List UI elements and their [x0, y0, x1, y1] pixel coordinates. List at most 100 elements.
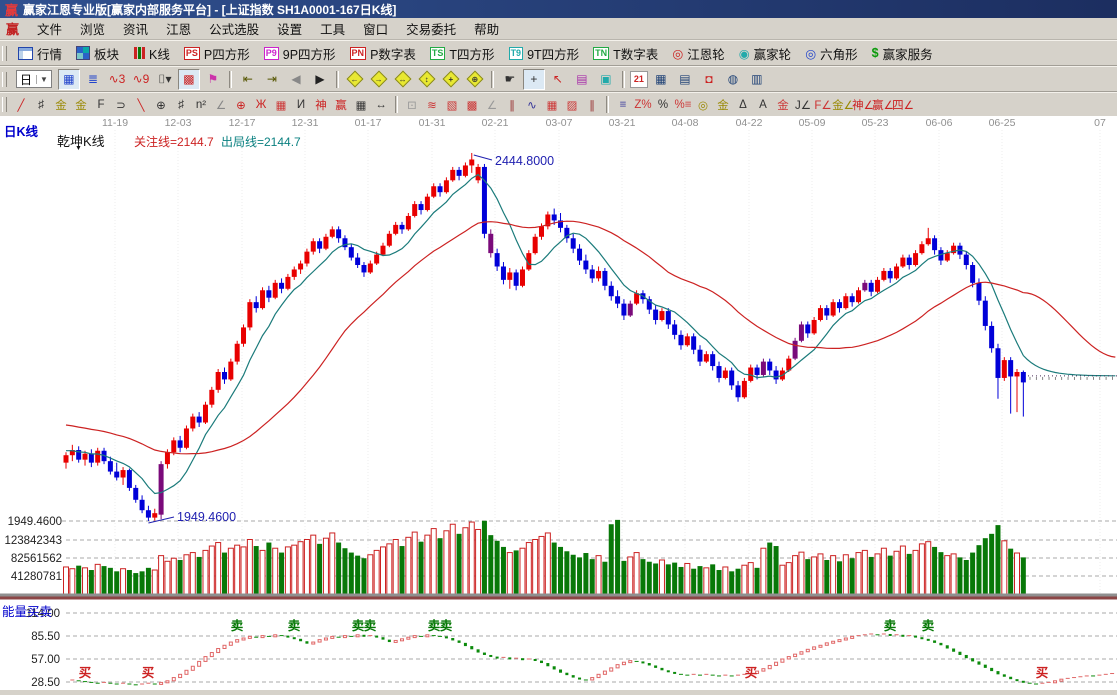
toolbar-grip[interactable]: [2, 71, 7, 87]
hexagon-button[interactable]: ◎ 六角形: [798, 43, 864, 64]
zoom-diamond-0-button[interactable]: ←: [344, 69, 366, 90]
p-number-button[interactable]: PN P数字表: [343, 43, 423, 64]
menu-item-帮助[interactable]: 帮助: [465, 17, 508, 40]
letter-a-tool[interactable]: A: [753, 96, 773, 114]
target-circle-tool[interactable]: ⊕: [231, 96, 251, 114]
wave-marks-tool[interactable]: И: [291, 96, 311, 114]
menu-item-设置[interactable]: 设置: [268, 17, 311, 40]
gold-bands-tool[interactable]: 金: [713, 96, 733, 114]
zoom-diamond-4-button[interactable]: +: [440, 69, 462, 90]
fan-lines-tool[interactable]: ≋: [422, 96, 442, 114]
chart-mode-button[interactable]: ▦: [57, 68, 80, 90]
gold-square-tool[interactable]: 金: [51, 96, 71, 114]
ladder-scale-tool[interactable]: ≡: [613, 96, 633, 114]
gann-grid-tool[interactable]: ♯: [31, 96, 51, 114]
delta-tool[interactable]: Δ: [733, 96, 753, 114]
time-circle-tool[interactable]: ⊕: [151, 96, 171, 114]
spiral-tool[interactable]: ⊃: [111, 96, 131, 114]
calc-ruler-tool[interactable]: ▦: [351, 96, 371, 114]
menu-item-工具[interactable]: 工具: [311, 17, 354, 40]
menu-item-江恩[interactable]: 江恩: [157, 17, 200, 40]
frame-box-tool[interactable]: ⊡: [402, 96, 422, 114]
four-angle-tool[interactable]: 四∠: [892, 96, 914, 114]
t-number-button[interactable]: TN T数字表: [586, 43, 665, 64]
shen-grid-tool[interactable]: 神: [311, 96, 331, 114]
chart-canvas[interactable]: 11-19 12-03 12-17 12-31 01-17 01-31 02-21 03-07…: [0, 116, 1117, 690]
channel-tool[interactable]: ∥: [582, 96, 602, 114]
j-angle-tool[interactable]: J∠: [793, 96, 813, 114]
trend-angle-tool[interactable]: ∠: [482, 96, 502, 114]
red-mesh-tool[interactable]: ▨: [562, 96, 582, 114]
toolbar-grip[interactable]: [2, 97, 7, 112]
info-list-button[interactable]: ≣: [82, 69, 104, 90]
print-button[interactable]: ▥: [746, 69, 768, 90]
red-grid-tool[interactable]: ▦: [542, 96, 562, 114]
square-web-tool[interactable]: ▦: [271, 96, 291, 114]
menu-item-窗口[interactable]: 窗口: [354, 17, 397, 40]
last-page-button[interactable]: ⇥: [261, 69, 283, 90]
sectors-button[interactable]: 板块: [69, 43, 126, 64]
candle-style-button[interactable]: ⌷▾: [154, 69, 176, 90]
gold-circle-tool[interactable]: ◎: [693, 96, 713, 114]
flag-button[interactable]: ⚑: [202, 69, 224, 90]
quotes-button[interactable]: 行情: [11, 43, 69, 64]
percent-tool[interactable]: %: [653, 96, 673, 114]
next-button[interactable]: ▶: [309, 69, 331, 90]
new-window-button[interactable]: ▣: [595, 69, 617, 90]
zigzag-tool[interactable]: ∿: [522, 96, 542, 114]
model-dropdown-icon[interactable]: ▼: [75, 145, 82, 152]
zoom-diamond-3-button[interactable]: ↕: [416, 69, 438, 90]
parallel-tool[interactable]: ∥: [502, 96, 522, 114]
menu-item-公式选股[interactable]: 公式选股: [200, 17, 268, 40]
zoom-diamond-2-button[interactable]: ↔: [392, 69, 414, 90]
price-grid-tool[interactable]: ♯: [171, 96, 191, 114]
p-square-button[interactable]: PS P四方形: [177, 43, 257, 64]
win-grid-tool[interactable]: 赢: [331, 96, 351, 114]
period-select[interactable]: 日 ▼: [16, 70, 52, 88]
web-sync-button[interactable]: ◍: [722, 69, 744, 90]
menu-item-浏览[interactable]: 浏览: [71, 17, 114, 40]
menu-item-文件[interactable]: 文件: [28, 17, 71, 40]
draw-board-button[interactable]: ▤: [571, 69, 593, 90]
fan-box-tool[interactable]: ▧: [442, 96, 462, 114]
brush-tool[interactable]: ╱: [11, 96, 31, 114]
t-square-button[interactable]: TS T四方形: [423, 43, 502, 64]
star-rays-tool[interactable]: Ж: [251, 96, 271, 114]
t9-square-button[interactable]: T9 9T四方形: [502, 43, 587, 64]
prev-button[interactable]: ◀: [285, 69, 307, 90]
panel-splitter[interactable]: [0, 593, 1117, 597]
calendar-button[interactable]: 21: [629, 70, 648, 88]
percent-z-tool[interactable]: Z%: [633, 96, 653, 114]
menu-item-交易委托[interactable]: 交易委托: [397, 17, 465, 40]
f-angle-tool[interactable]: F∠: [813, 96, 833, 114]
toolbar-grip[interactable]: [2, 45, 7, 61]
gold-square9-tool[interactable]: 金: [71, 96, 91, 114]
first-page-button[interactable]: ⇤: [237, 69, 259, 90]
save-button[interactable]: ◘: [698, 69, 720, 90]
pointer-tool-button[interactable]: ↖: [547, 69, 569, 90]
fib-grid-tool[interactable]: F: [91, 96, 111, 114]
shen-angle-tool[interactable]: 神∠: [852, 96, 874, 114]
zoom-diamond-5-button[interactable]: ⊕: [464, 69, 486, 90]
ma9-button[interactable]: ∿9: [130, 69, 152, 90]
crosshair-button[interactable]: +: [522, 68, 545, 90]
pattern-grid-button[interactable]: ▩: [177, 68, 200, 90]
percent-lines-tool[interactable]: %≡: [673, 96, 693, 114]
calculator-button[interactable]: ▦: [650, 69, 672, 90]
n-square-tool[interactable]: n²: [191, 96, 211, 114]
ma3-button[interactable]: ∿3: [106, 69, 128, 90]
fan-shade-tool[interactable]: ▩: [462, 96, 482, 114]
chart-area[interactable]: 11-19 12-03 12-17 12-31 01-17 01-31 02-21 03-07…: [0, 116, 1117, 690]
p9-square-button[interactable]: P9 9P四方形: [257, 43, 343, 64]
zoom-diamond-1-button[interactable]: →: [368, 69, 390, 90]
kline-button[interactable]: K线: [126, 43, 177, 64]
set-square-tool[interactable]: ∠: [211, 96, 231, 114]
gold-red-tool[interactable]: 金: [773, 96, 793, 114]
notes-button[interactable]: ▤: [674, 69, 696, 90]
win-angle-tool[interactable]: 赢∠: [872, 96, 894, 114]
gold-angle-tool[interactable]: 金∠: [832, 96, 854, 114]
gann-wheel-button[interactable]: ◎ 江恩轮: [665, 43, 731, 64]
winner-service-button[interactable]: $ 赢家服务: [865, 43, 940, 64]
winner-wheel-button[interactable]: ◉ 赢家轮: [732, 43, 798, 64]
span-measure-tool[interactable]: ↔: [371, 96, 391, 114]
